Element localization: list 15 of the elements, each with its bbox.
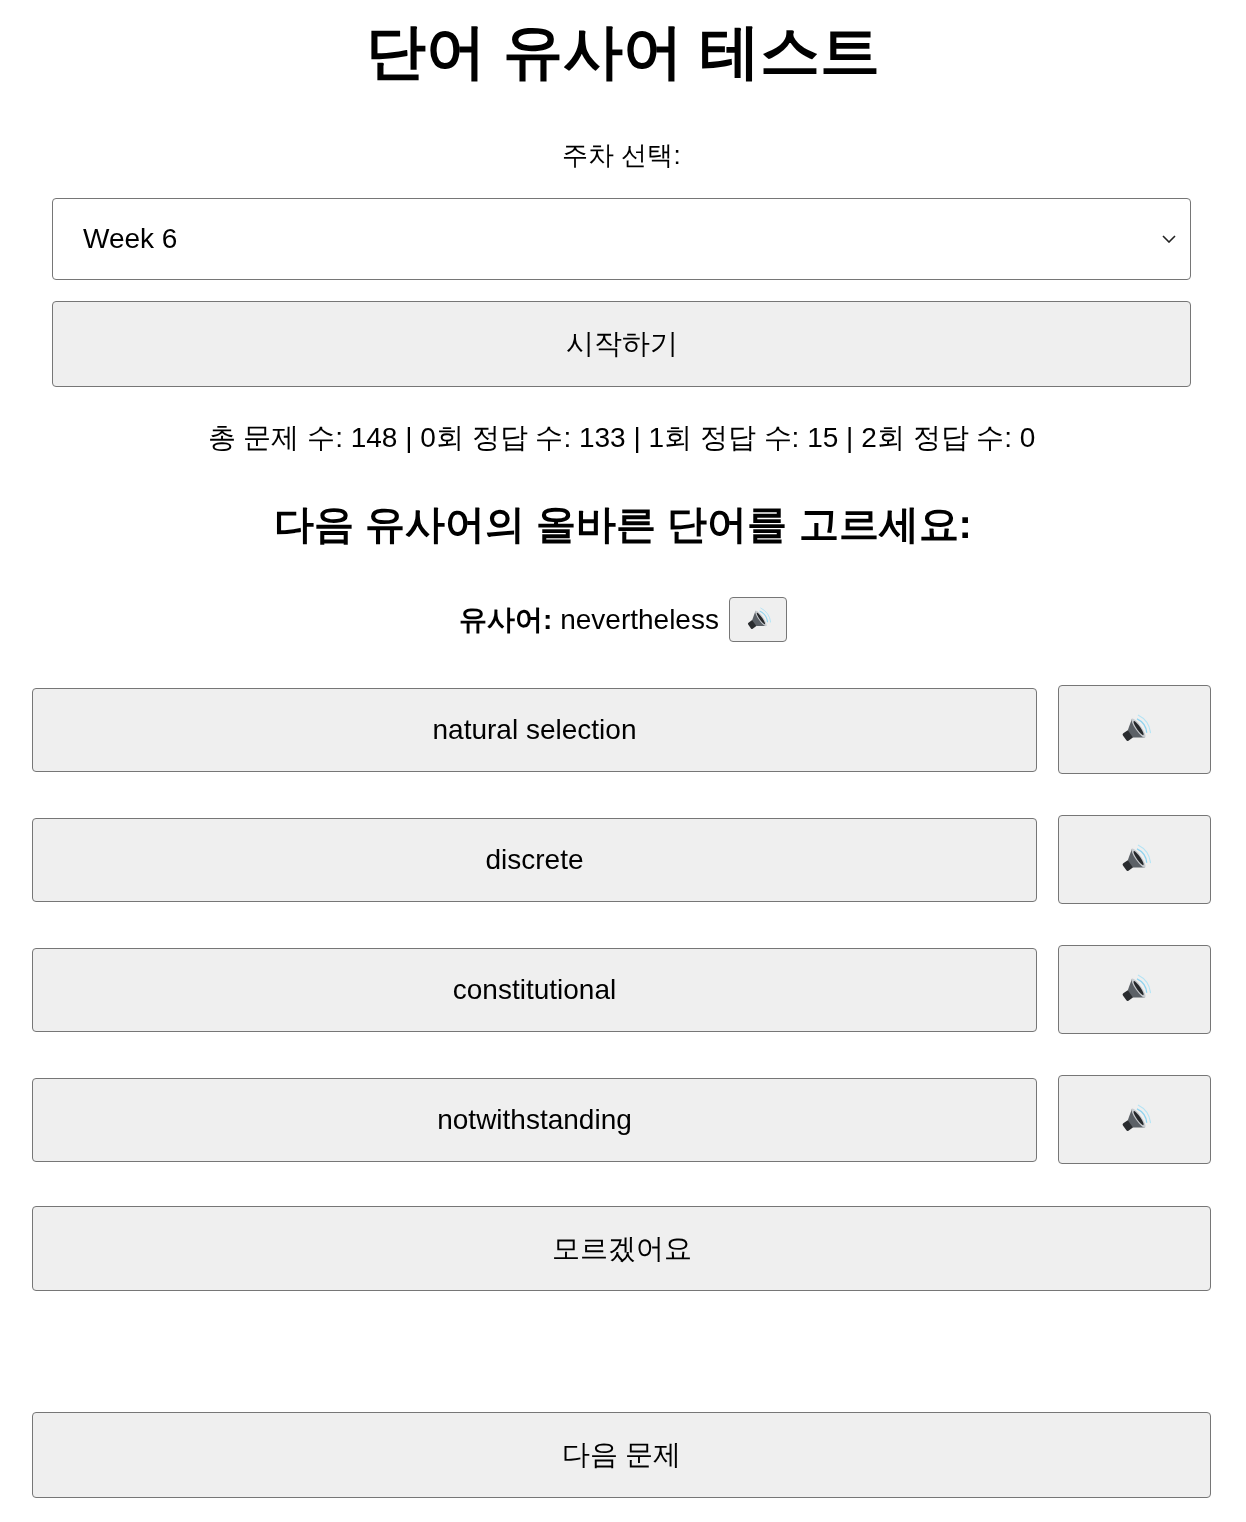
page-title: 단어 유사어 테스트 [365,17,881,87]
chevron-down-icon [1162,235,1176,243]
synonym-text: 유사어: nevertheless [459,602,719,637]
question-heading: 다음 유사어의 올바른 단어를 고르세요: [273,501,973,548]
dont-know-button[interactable]: 모르겠어요 [32,1206,1211,1291]
answer-option-button[interactable]: discrete [32,817,1037,902]
start-button[interactable]: 시작하기 [52,301,1191,387]
stats-text: 총 문제 수: 148 | 0회 정답 수: 133 | 1회 정답 수: 15 | 2회 정답 수: 0 [206,421,1037,455]
week-label: 주차 선택: [561,140,682,171]
next-question-button[interactable]: 다음 문제 [32,1412,1211,1498]
answer-option-button[interactable]: notwithstanding [32,1077,1037,1162]
speaker-button[interactable] [728,597,787,642]
answer-option-button[interactable]: natural selection [32,687,1037,772]
answer-option-button[interactable]: constitutional [32,947,1037,1032]
week-dropdown[interactable]: Week 6 [52,198,1191,280]
